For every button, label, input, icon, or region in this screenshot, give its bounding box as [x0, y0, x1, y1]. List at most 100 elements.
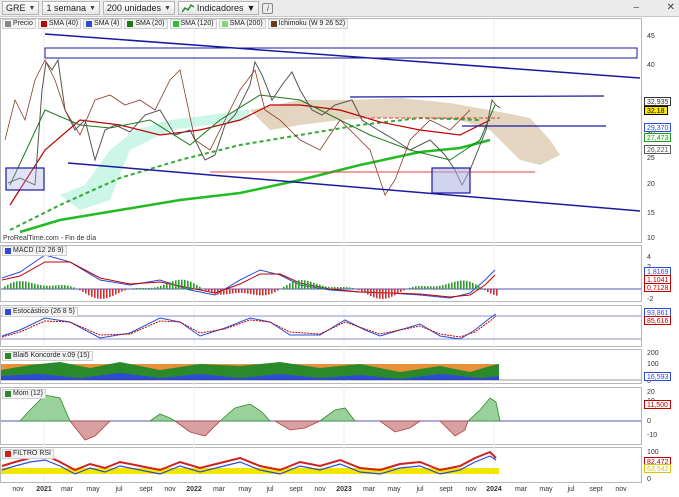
mom-axis-label: 0 [647, 418, 651, 425]
macd-histogram-bar [325, 286, 327, 289]
rsi-legend-item[interactable]: FILTRO RSI [2, 449, 54, 459]
rsi-axis-label: 100 [647, 449, 659, 456]
macd-histogram-bar [82, 289, 84, 292]
koncorde-axis-label: 200 [647, 350, 659, 357]
legend-swatch [5, 309, 11, 315]
macd-histogram-bar [394, 289, 396, 296]
price-legend-item[interactable]: Precio [2, 19, 36, 29]
chart-canvas[interactable] [0, 0, 679, 497]
macd-histogram-bar [226, 289, 228, 295]
time-axis-label: 2021 [36, 486, 52, 493]
macd-histogram-bar [37, 284, 39, 289]
legend-swatch [270, 21, 277, 27]
macd-histogram-bar [109, 289, 111, 298]
macd-histogram-bar [403, 289, 405, 291]
stoch-value-tag: 85,616 [644, 316, 672, 325]
koncorde-layer [1, 362, 641, 381]
legend-swatch [5, 353, 11, 359]
macd-layer [1, 254, 641, 299]
rsi-legend: FILTRO RSI [2, 449, 54, 459]
macd-histogram-bar [112, 289, 114, 296]
macd-histogram-bar [310, 281, 312, 289]
stoch-legend-item[interactable]: Estocástico (26 8 5) [2, 307, 78, 317]
mom-axis-label: 20 [647, 389, 655, 396]
macd-histogram-bar [214, 289, 216, 295]
macd-histogram-bar [298, 280, 300, 289]
macd-histogram-bar [79, 289, 81, 291]
base-box-right [431, 167, 471, 194]
stoch-d-line [1, 315, 497, 338]
macd-legend-item[interactable]: MACD (12 26 9) [2, 246, 67, 256]
macd-histogram-bar [208, 289, 210, 292]
macd-histogram-bar [469, 281, 471, 289]
price-legend-item[interactable]: SMA (20) [124, 19, 168, 29]
macd-histogram-bar [346, 287, 348, 289]
price-legend-item[interactable]: SMA (120) [169, 19, 217, 29]
legend-label: SMA (20) [135, 20, 165, 27]
macd-histogram-bar [13, 282, 15, 289]
macd-histogram-bar [139, 287, 141, 289]
time-axis-label: jul [416, 486, 424, 493]
legend-swatch [40, 21, 47, 27]
macd-histogram-bar [454, 281, 456, 289]
price-legend-item[interactable]: Ichimoku (W 9 26 52) [267, 19, 349, 29]
macd-histogram-bar [274, 289, 276, 293]
time-axis-label: mar [362, 486, 376, 493]
price-legend-item[interactable]: SMA (200) [218, 19, 266, 29]
mom-legend-item[interactable]: Mom (12) [2, 389, 46, 399]
ichimoku-chikou-line [4, 59, 471, 196]
legend-label: SMA (200) [229, 20, 263, 27]
time-axis-label: jul [266, 486, 274, 493]
stoch-panel-frame [0, 305, 642, 347]
macd-histogram-bar [118, 289, 120, 294]
time-axis-label: sept [289, 486, 303, 493]
macd-histogram-bar [217, 289, 219, 295]
macd-histogram-bar [148, 288, 150, 289]
price-legend-item[interactable]: SMA (40) [37, 19, 82, 29]
time-axis-label: nov [164, 486, 176, 493]
macd-histogram-bar [172, 281, 174, 289]
mom-label: Mom (12) [13, 390, 43, 397]
macd-value-tag: 0,7128 [644, 283, 672, 292]
time-axis-label: mar [212, 486, 226, 493]
macd-histogram-bar [229, 289, 231, 294]
macd-histogram-bar [175, 280, 177, 289]
macd-histogram-bar [124, 289, 126, 291]
panel-frames [0, 18, 642, 483]
macd-histogram-bar [154, 287, 156, 289]
macd-histogram-bar [475, 284, 477, 289]
macd-histogram-bar [70, 286, 72, 289]
time-axis-label: may [387, 486, 401, 493]
mom-layer [1, 394, 641, 441]
macd-histogram-bar [433, 286, 435, 289]
price-axis-label: 25 [647, 155, 655, 162]
macd-histogram-bar [388, 289, 390, 298]
macd-histogram-bar [376, 289, 378, 299]
macd-histogram-bar [301, 280, 303, 289]
price-tag: 32,18 [644, 106, 668, 115]
macd-histogram-bar [193, 283, 195, 289]
price-legend-item[interactable]: SMA (4) [83, 19, 123, 29]
macd-histogram-bar [220, 289, 222, 295]
macd-panel-frame [0, 245, 642, 302]
macd-histogram-bar [52, 285, 54, 289]
time-axis-label: nov [615, 486, 627, 493]
legend-swatch [5, 451, 11, 457]
macd-histogram-bar [271, 289, 273, 294]
time-axis-label: sept [139, 486, 153, 493]
macd-histogram-bar [364, 289, 366, 294]
time-axis-label: mar [60, 486, 74, 493]
price-series-layer [4, 33, 641, 234]
legend-swatch [5, 21, 11, 27]
time-axis-label: jul [567, 486, 575, 493]
macd-histogram-bar [22, 281, 24, 289]
legend-swatch [5, 248, 11, 254]
macd-histogram-bar [400, 289, 402, 292]
koncorde-legend-item[interactable]: Blai5 Koncorde v.09 (15) [2, 351, 93, 361]
macd-histogram-bar [259, 289, 261, 296]
price-legend: Precio SMA (40) SMA (4) SMA (20) SMA (120) SM… [2, 19, 349, 29]
macd-histogram-bar [169, 282, 171, 289]
macd-histogram-bar [94, 289, 96, 298]
price-axis-label: 15 [647, 210, 655, 217]
macd-histogram-bar [61, 285, 63, 289]
